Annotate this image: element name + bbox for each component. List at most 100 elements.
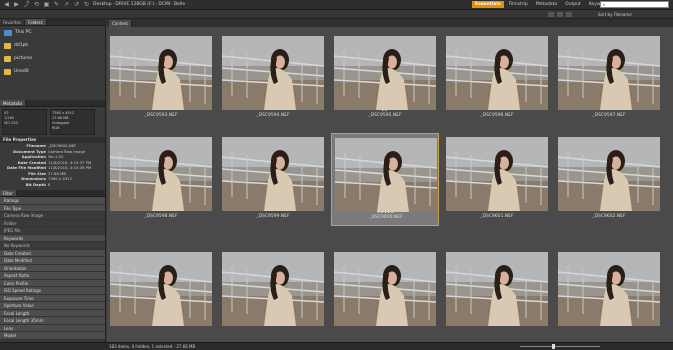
folder-up-icon[interactable]: ⤴ xyxy=(23,1,30,8)
folder-item-pictures[interactable]: pictures xyxy=(0,52,105,65)
thumbnail-filename: _DSC9598.NEF xyxy=(144,214,178,219)
rating-dots[interactable]: •• xyxy=(331,108,439,113)
tab-filter[interactable]: Filter xyxy=(0,190,17,196)
secondary-toolbar: Sort by Filename xyxy=(0,10,673,19)
rotate-left-icon[interactable]: ↺ xyxy=(73,1,80,8)
list-view-icon[interactable] xyxy=(566,12,572,17)
thumbnail-item[interactable]: _DSC9600.NEF ••••• xyxy=(331,133,439,226)
tab-content[interactable]: Content xyxy=(109,20,132,27)
open-icon[interactable]: ↗ xyxy=(63,1,70,8)
metadata-summary: f/2 1/160 ISO 250 7360 x 4912 27.66 MB U… xyxy=(0,107,105,137)
workspace-essentials[interactable]: Essentials xyxy=(472,1,504,8)
thumbnail-filename: _DSC9593.NEF xyxy=(144,113,178,118)
filter-item[interactable]: Color Profile xyxy=(0,279,105,287)
thumbnail-item[interactable]: _DSC9596.NEF xyxy=(443,32,551,125)
thumbnail-item[interactable]: _DSC9599.NEF xyxy=(219,133,327,226)
tab-metadata[interactable]: Metadata xyxy=(0,100,26,106)
filter-tabs: Filter xyxy=(0,190,105,197)
filter-item[interactable]: Folder xyxy=(0,219,105,227)
filter-item[interactable]: Focal Length xyxy=(0,309,105,317)
camera-icon[interactable]: ▣ xyxy=(43,1,50,8)
filter-item[interactable]: Exposure Time xyxy=(0,294,105,302)
thumbnail-item[interactable]: _DSC9602.NEF xyxy=(555,133,663,226)
filter-item[interactable]: Focal Length 35mm xyxy=(0,317,105,325)
forward-icon[interactable]: ▶ xyxy=(13,1,20,8)
back-icon[interactable]: ◀ xyxy=(3,1,10,8)
tab-folders[interactable]: Folders xyxy=(25,19,47,25)
filter-item[interactable]: Lens xyxy=(0,324,105,332)
thumbnail-filename: _DSC9601.NEF xyxy=(480,214,514,219)
refine-icon[interactable]: ✎ xyxy=(53,1,60,8)
breadcrumb-item[interactable]: Belle xyxy=(174,2,185,7)
thumbnail-item[interactable]: _DSC9598.NEF xyxy=(107,133,215,226)
breadcrumb-item[interactable]: Desktop xyxy=(93,2,112,7)
filter-item[interactable]: Date Modified xyxy=(0,257,105,265)
thumbnail-item[interactable] xyxy=(443,248,551,338)
filter-item[interactable]: Aspect Ratio xyxy=(0,272,105,280)
rating-dots[interactable]: ••••• xyxy=(332,210,440,215)
property-value: 7360 x 4912 xyxy=(48,176,72,181)
iso-value: ISO 250 xyxy=(4,121,18,125)
favorites-folders-tabs: Favorites Folders xyxy=(0,19,105,26)
content-tab-bar: Content xyxy=(107,19,673,27)
thumbnail-item[interactable]: _DSC9601.NEF xyxy=(443,133,551,226)
search-input[interactable]: ⌕ xyxy=(600,1,669,8)
workspace-filmstrip[interactable]: Filmstrip xyxy=(506,1,531,8)
thumbnail-image xyxy=(110,252,212,326)
thumbnail-item[interactable]: _DSC9594.NEF xyxy=(219,32,327,125)
computer-icon xyxy=(4,29,12,36)
rotate-right-icon[interactable]: ↻ xyxy=(83,1,90,8)
filter-item[interactable]: JPEG file xyxy=(0,227,105,235)
thumbnail-image xyxy=(446,252,548,326)
folder-item-unedit[interactable]: Unedit xyxy=(0,65,105,78)
bridge-window: ◀ ▶ ⤴ ⟲ ▣ ✎ ↗ ↺ ↻ Desktop › DRIVE 128GB (… xyxy=(0,0,673,350)
breadcrumb-item[interactable]: DCIM xyxy=(158,2,170,7)
metadata-tabs: Metadata xyxy=(0,100,105,107)
tab-favorites[interactable]: Favorites xyxy=(0,19,26,25)
filter-item[interactable]: Aperture Value xyxy=(0,302,105,310)
workspace-output[interactable]: Output xyxy=(562,1,584,8)
thumbnail-image xyxy=(110,36,212,110)
filter-item[interactable]: Ratings xyxy=(0,197,105,205)
filter-item[interactable]: File Type xyxy=(0,204,105,212)
filter-item[interactable]: Keywords xyxy=(0,234,105,242)
thumbnail-size-slider[interactable] xyxy=(520,346,600,347)
recent-icon[interactable]: ⟲ xyxy=(33,1,40,8)
filter-item[interactable]: Orientation xyxy=(0,264,105,272)
workspace-switcher: Essentials Filmstrip Metadata Output Key… xyxy=(472,1,606,8)
grid-view-icon[interactable] xyxy=(548,12,554,17)
filter-item[interactable]: Date Created xyxy=(0,249,105,257)
thumbnail-item[interactable]: _DSC9595.NEF •• xyxy=(331,32,439,125)
breadcrumb-item[interactable]: DRIVE 128GB (F:) xyxy=(115,2,154,7)
filter-item[interactable]: ISO Speed Ratings xyxy=(0,287,105,295)
thumbnail-item[interactable] xyxy=(555,248,663,338)
filter-item[interactable]: Model xyxy=(0,332,105,340)
thumbnail-item[interactable]: _DSC9593.NEF xyxy=(107,32,215,125)
details-view-icon[interactable] xyxy=(557,12,563,17)
thumbnail-item[interactable] xyxy=(219,248,327,338)
folder-item-this-pc[interactable]: This PC xyxy=(0,26,105,39)
filter-item[interactable]: Camera Raw image xyxy=(0,212,105,220)
thumbnail-image xyxy=(110,137,212,211)
thumbnail-image xyxy=(222,137,324,211)
workspace-metadata[interactable]: Metadata xyxy=(533,1,560,8)
slider-knob[interactable] xyxy=(552,344,555,349)
sort-dropdown[interactable]: Sort by Filename xyxy=(598,12,632,17)
thumbnail-filename: _DSC9599.NEF xyxy=(256,214,290,219)
thumbnail-image xyxy=(334,36,436,110)
file-property-row: Bit Depth 8 xyxy=(0,182,105,188)
folder-label: pictures xyxy=(14,56,33,61)
colormode-value: RGB xyxy=(52,126,60,130)
thumbnail-image xyxy=(446,137,548,211)
breadcrumb: Desktop › DRIVE 128GB (F:) › DCIM › Belle xyxy=(93,2,186,7)
folder-item-dd1ph[interactable]: dd1ph xyxy=(0,39,105,52)
folder-label: dd1ph xyxy=(14,43,29,48)
status-bar: 183 items, 0 hidden, 1 selected - 27.66 … xyxy=(0,342,673,350)
thumbnail-item[interactable] xyxy=(331,248,439,338)
folder-icon xyxy=(4,42,11,49)
thumbnail-item[interactable] xyxy=(107,248,215,338)
thumbnail-item[interactable]: _DSC9597.NEF xyxy=(555,32,663,125)
thumbnail-filename: _DSC9597.NEF xyxy=(592,113,626,118)
filter-item[interactable]: No Keywords xyxy=(0,242,105,250)
file-properties-list: Filename _DSC9600.NEF Document Type Camera … xyxy=(0,143,105,187)
